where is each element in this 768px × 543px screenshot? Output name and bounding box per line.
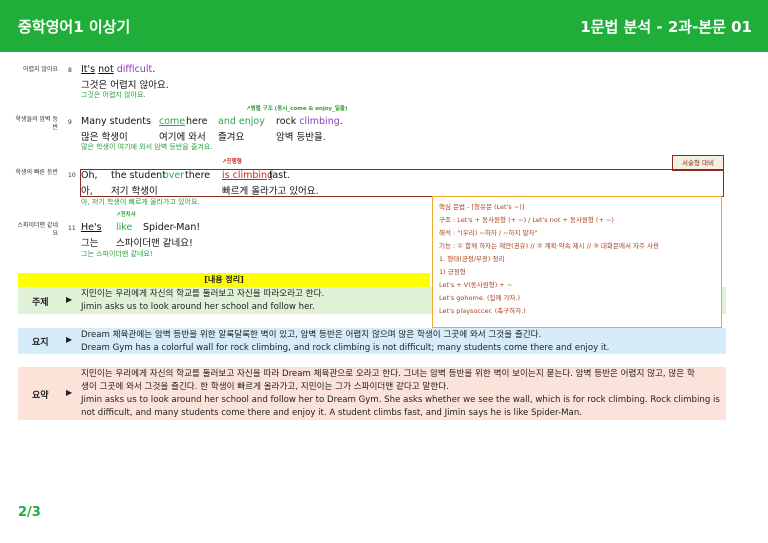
- word: not: [98, 64, 114, 75]
- gist-english: Dream Gym has a colorful wall for rock c…: [81, 343, 610, 353]
- play-arrow-icon: ▶: [66, 295, 73, 304]
- abstract-korean: 지민이는 우리에게 자신의 학교를 둘러보고 자신을 따라 Dream 체육관으…: [81, 369, 695, 379]
- sentence-korean: 그는: [81, 238, 99, 249]
- sentence-label: 스파이더맨 같네요: [17, 222, 58, 237]
- grammar-line: Let's + V(동사원형) + ~: [439, 281, 513, 289]
- word: is climbing: [222, 170, 274, 181]
- word-group: and enjoy: [218, 116, 265, 127]
- sentence-korean: 스파이더맨 같네요!: [116, 238, 193, 249]
- word: here: [186, 116, 208, 127]
- abstract-english: not difficult, and many students come th…: [81, 408, 583, 418]
- word: Many students: [81, 116, 151, 127]
- play-arrow-icon: ▶: [66, 388, 73, 397]
- sentence-translation: 그것은 어렵지 않아요.: [81, 91, 146, 99]
- sentence-korean: 암벽 등반을.: [276, 132, 326, 143]
- word: Oh,: [81, 170, 98, 181]
- word: .: [152, 64, 156, 75]
- grammar-note: ↗병렬 구조 (동시_come & enjoy_일을): [246, 106, 348, 112]
- grammar-line: Let's gohome. (집에 가자.): [439, 294, 521, 302]
- grammar-note: ↗진행형: [222, 159, 242, 165]
- word: fast.: [269, 170, 290, 181]
- sentence-number: 8: [68, 67, 72, 74]
- word: It's: [81, 64, 96, 75]
- play-arrow-icon: ▶: [66, 335, 73, 344]
- abstract-korean: 생이 그곳에 와서 그것을 즐긴다. 한 학생이 빠르게 올라가고, 지민이는 …: [81, 382, 449, 392]
- sentence-label: 학생들의 암벽 등반: [15, 116, 58, 131]
- sentence-korean: 저기 학생이: [111, 186, 158, 197]
- sentence-number: 9: [68, 119, 72, 126]
- grammar-line: 핵심 문법 - [청유문 (Let's ~)]: [439, 203, 525, 211]
- word: like: [116, 222, 133, 233]
- sentence-translation: 아, 저기 학생이 빠르게 올라가고 있어요.: [81, 198, 200, 206]
- grammar-line: Let's playsoccer. (축구하자.): [439, 307, 526, 315]
- gist-label: 요지: [32, 338, 49, 348]
- topic-english: Jimin asks us to look around her school …: [81, 302, 315, 312]
- grammar-line: 1. 형태(긍정/부정) 정리: [439, 255, 505, 263]
- content-header: [내용 정리]: [204, 275, 244, 284]
- sentence-korean: 빠르게 올라가고 있어요.: [222, 186, 319, 197]
- gist-korean: Dream 체육관에는 암벽 등반을 위한 알록달록한 벽이 있고, 암벽 등반…: [81, 330, 542, 340]
- grammar-box: 핵심 문법 - [청유문 (Let's ~)] 구조 : Let's + 동사원…: [432, 196, 722, 328]
- sentence-translation: 많은 학생이 여기에 와서 암벽 등반을 즐겨요.: [81, 143, 213, 151]
- word-group: rock climbing.: [276, 116, 343, 127]
- section-title: 1문법 분석 - 2과-본문 01: [580, 18, 752, 36]
- topic-label: 주제: [32, 298, 49, 308]
- topic-korean: 지민이는 우리에게 자신의 학교를 둘러보고 자신을 따라오라고 한다.: [81, 289, 325, 299]
- sentence-korean: 여기에 와서: [159, 132, 206, 143]
- grammar-line: 구조 : Let's + 동사원형 (+ ~) / Let's not + 동사…: [439, 216, 614, 224]
- sentence-translation: 그는 스파이더맨 같네요!: [81, 250, 153, 258]
- word: there: [185, 170, 211, 181]
- word: He's: [81, 222, 102, 233]
- sentence-number: 11: [68, 225, 76, 232]
- doc-title: 중학영어1 이상기: [18, 18, 131, 36]
- sentence-korean: 아,: [81, 186, 93, 197]
- abstract-english: Jimin asks us to look around her school …: [81, 395, 720, 405]
- sentence-korean: 그것은 어렵지 않아요.: [81, 80, 169, 91]
- grammar-note: ↗전치사: [116, 212, 136, 218]
- grammar-line: 기능 : ① 함께 하자는 제안(권유) // ② 계획·약속 제시 // ③ …: [439, 242, 659, 250]
- word: over: [163, 170, 185, 181]
- grammar-line: 해석 : "(우리) ~하자 / ~하지 말자": [439, 229, 538, 237]
- sentence-korean: 즐겨요: [218, 132, 245, 143]
- word: Spider-Man!: [143, 222, 201, 233]
- word: difficult: [116, 64, 153, 75]
- page-number: 2/3: [18, 505, 41, 520]
- sentence-english: It's not difficult.: [81, 64, 155, 75]
- sentence-number: 10: [68, 172, 76, 179]
- word: come: [159, 116, 186, 127]
- sentence-label: 학생의 빠른 등반: [15, 169, 58, 176]
- word: the student: [111, 170, 166, 181]
- sentence-korean: 많은 학생이: [81, 132, 128, 143]
- grammar-line: 1) 긍정형: [439, 268, 466, 276]
- abstract-label: 요약: [32, 391, 49, 401]
- sentence-label: 어렵지 않아요: [22, 66, 58, 73]
